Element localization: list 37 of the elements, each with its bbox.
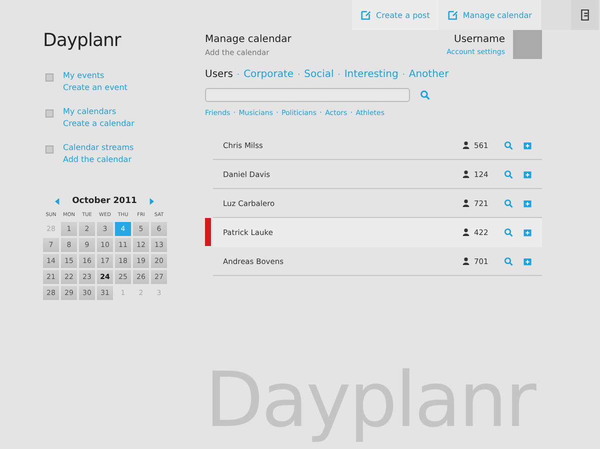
toolbar-button[interactable]: Manage calendar bbox=[438, 0, 541, 30]
search-icon[interactable] bbox=[504, 198, 513, 208]
selection-marker bbox=[205, 218, 211, 246]
person-icon bbox=[462, 170, 470, 178]
door-icon bbox=[580, 9, 590, 21]
edit-icon bbox=[361, 10, 371, 20]
search-icon[interactable] bbox=[504, 256, 513, 266]
separator-dot: · bbox=[338, 70, 340, 79]
app-logo: Dayplanr bbox=[43, 30, 122, 53]
chevron-right-icon bbox=[148, 198, 154, 204]
separator-dot: · bbox=[320, 108, 322, 117]
logout-button[interactable] bbox=[570, 0, 599, 30]
separator-dot: · bbox=[276, 108, 279, 117]
tab[interactable]: Users bbox=[205, 69, 234, 80]
separator-dot: · bbox=[350, 108, 353, 117]
person-icon bbox=[462, 228, 470, 236]
chevron-left-icon bbox=[55, 198, 60, 204]
search-icon[interactable] bbox=[504, 170, 513, 178]
search-icon[interactable] bbox=[504, 228, 513, 236]
separator-dot: · bbox=[237, 70, 240, 79]
month-label: October 2011 bbox=[72, 196, 137, 206]
toolbar-button[interactable]: Create a post bbox=[352, 0, 439, 30]
separator-dot: · bbox=[298, 70, 300, 79]
next-month-button[interactable] bbox=[148, 198, 154, 204]
avatar bbox=[513, 30, 542, 59]
search-icon[interactable] bbox=[504, 140, 513, 150]
person-icon bbox=[462, 141, 470, 149]
person-icon bbox=[462, 257, 470, 265]
nav-link[interactable]: Create a calendar bbox=[63, 119, 134, 128]
page-title: Manage calendar bbox=[205, 34, 292, 45]
person-icon bbox=[462, 199, 470, 207]
previous-month-button[interactable] bbox=[55, 198, 60, 204]
search-icon[interactable] bbox=[420, 90, 430, 100]
search-field[interactable] bbox=[205, 88, 410, 102]
separator-dot: · bbox=[233, 108, 236, 117]
separator-dot: · bbox=[402, 70, 405, 79]
username: Username bbox=[454, 34, 505, 45]
